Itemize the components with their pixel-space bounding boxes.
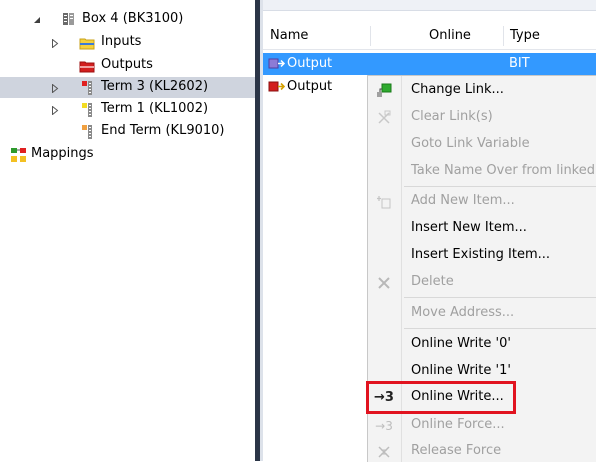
inputs-folder-icon [79, 35, 95, 51]
list-top-strip [263, 0, 596, 11]
tree-label-term3: Term 3 (KL2602) [101, 79, 209, 94]
menu-item-clear-links[interactable]: Clear Link(s) [368, 104, 596, 131]
menu-label: Insert Existing Item... [411, 247, 551, 262]
menu-item-online-force[interactable]: →3 Online Force... [368, 412, 596, 439]
list-row[interactable]: Output BIT [263, 53, 596, 75]
menu-item-insert-new-item[interactable]: Insert New Item... [368, 215, 596, 242]
row-name: Output [287, 56, 333, 71]
list-header: Name Online Type [263, 24, 596, 48]
clear-link-icon [375, 109, 393, 126]
online-force-icon: →3 [375, 418, 393, 433]
tree-node-term1[interactable]: Term 1 (KL1002) [0, 99, 255, 120]
tree-label-mappings: Mappings [31, 146, 94, 161]
menu-label: Release Force [411, 443, 502, 458]
change-link-icon [375, 82, 393, 99]
column-header-type[interactable]: Type [503, 24, 596, 48]
row-type: BIT [509, 56, 530, 71]
tree-node-outputs[interactable]: Outputs [0, 55, 255, 76]
menu-label: Move Address... [411, 305, 515, 320]
column-header-online[interactable]: Online [422, 24, 503, 48]
tree-node-inputs[interactable]: Inputs [0, 32, 255, 53]
menu-item-change-link[interactable]: Change Link... [368, 77, 596, 104]
menu-label: Add New Item... [411, 193, 515, 208]
menu-separator [404, 297, 596, 298]
highlight-annotation-box [366, 381, 516, 414]
menu-item-move-address[interactable]: Move Address... [368, 300, 596, 327]
column-separator[interactable] [370, 26, 371, 46]
menu-label: Clear Link(s) [411, 109, 493, 124]
tree-label-term1: Term 1 (KL1002) [101, 101, 209, 116]
release-force-icon [375, 443, 393, 460]
menu-separator [404, 328, 596, 329]
menu-label: Change Link... [411, 82, 504, 97]
tree-node-mappings[interactable]: Mappings [0, 144, 255, 165]
terminal-end-icon [79, 124, 95, 140]
expanded-arrow-icon[interactable] [31, 14, 43, 26]
collapsed-arrow-icon[interactable] [49, 82, 61, 94]
tree-label-inputs: Inputs [101, 34, 142, 49]
add-item-icon [375, 193, 393, 210]
mappings-icon [10, 147, 26, 163]
menu-item-insert-existing-item[interactable]: Insert Existing Item... [368, 242, 596, 269]
variable-output-linked-icon [268, 80, 286, 94]
delete-x-icon [375, 274, 393, 291]
box-coupler-icon [61, 11, 77, 27]
tree-label-outputs: Outputs [101, 57, 153, 72]
tree-label-box4: Box 4 (BK3100) [82, 11, 184, 26]
menu-item-delete[interactable]: Delete [368, 269, 596, 296]
outputs-folder-icon [79, 58, 95, 74]
menu-label: Take Name Over from linked [411, 163, 595, 178]
tree-label-endterm: End Term (KL9010) [101, 123, 225, 138]
menu-label: Goto Link Variable [411, 136, 530, 151]
menu-item-goto-link-variable[interactable]: Goto Link Variable [368, 131, 596, 158]
variable-output-icon [268, 57, 286, 71]
collapsed-arrow-icon[interactable] [49, 37, 61, 49]
row-name: Output [287, 79, 333, 94]
menu-separator [404, 186, 596, 187]
tree-node-endterm[interactable]: End Term (KL9010) [0, 121, 255, 142]
header-divider [263, 49, 596, 50]
column-header-name[interactable]: Name [263, 24, 370, 48]
collapsed-arrow-icon[interactable] [49, 104, 61, 116]
terminal-red-icon [79, 80, 95, 96]
menu-label: Delete [411, 274, 454, 289]
terminal-yellow-icon [79, 102, 95, 118]
solution-tree: Box 4 (BK3100) Inputs Outputs Term 3 (KL… [0, 0, 255, 461]
tree-node-box4[interactable]: Box 4 (BK3100) [0, 9, 255, 30]
tree-node-term3[interactable]: Term 3 (KL2602) [0, 77, 255, 98]
menu-label: Online Write '0' [411, 336, 511, 351]
menu-label: Insert New Item... [411, 220, 527, 235]
menu-label: Online Force... [411, 417, 505, 432]
menu-item-take-name-over[interactable]: Take Name Over from linked [368, 158, 596, 185]
menu-label: Online Write '1' [411, 363, 511, 378]
menu-item-online-write-0[interactable]: Online Write '0' [368, 331, 596, 358]
menu-item-add-new-item[interactable]: Add New Item... [368, 188, 596, 215]
